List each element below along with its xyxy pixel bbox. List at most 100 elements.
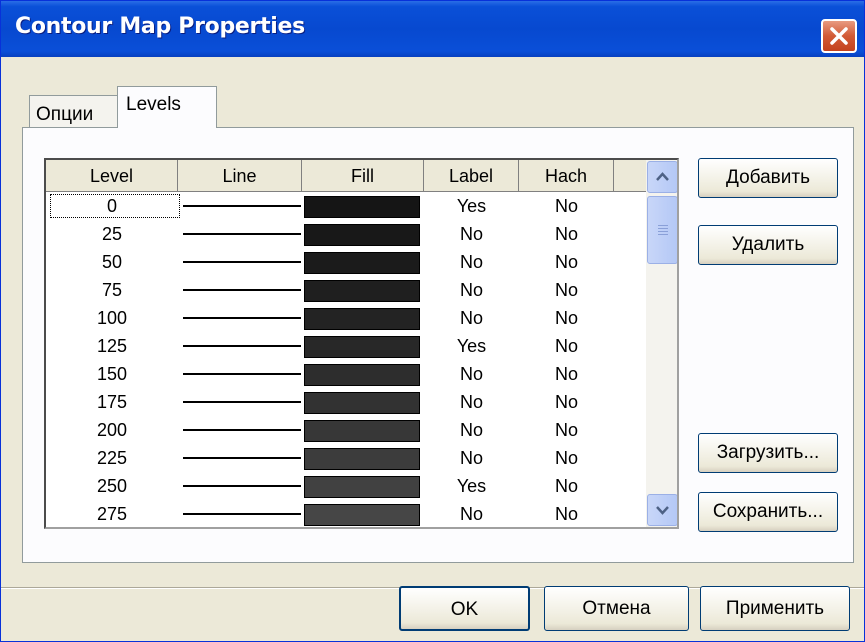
line-sample [183, 457, 301, 459]
fill-swatch [304, 420, 420, 442]
line-sample [183, 429, 301, 431]
line-sample [183, 345, 301, 347]
table-row[interactable]: 175 No No [46, 388, 646, 416]
label-cell: Yes [456, 196, 487, 216]
fill-swatch [304, 308, 420, 330]
hach-cell: No [554, 252, 578, 272]
column-header-level[interactable]: Level [46, 160, 178, 192]
save-button[interactable]: Сохранить... [698, 492, 838, 532]
hach-cell: No [554, 504, 578, 524]
line-sample [183, 401, 301, 403]
scroll-grip-line [658, 228, 668, 229]
label-cell: No [459, 504, 483, 524]
fill-swatch [304, 448, 420, 470]
level-cell: 100 [96, 308, 128, 328]
level-cell: 25 [101, 224, 123, 244]
fill-swatch [304, 280, 420, 302]
scroll-down-button[interactable] [647, 494, 677, 526]
fill-swatch [304, 392, 420, 414]
scroll-thumb[interactable] [647, 196, 677, 264]
label-cell: No [459, 252, 483, 272]
tab-options[interactable]: Опции [29, 95, 119, 127]
label-cell: No [459, 420, 483, 440]
add-button[interactable]: Добавить [698, 158, 838, 198]
level-cell: 0 [106, 196, 117, 216]
window-title: Contour Map Properties [15, 14, 305, 39]
column-header-fill[interactable]: Fill [302, 160, 424, 192]
fill-swatch [304, 504, 420, 526]
line-sample [183, 261, 301, 263]
level-cell: 225 [96, 448, 128, 468]
hach-cell: No [554, 280, 578, 300]
scroll-grip-icon [658, 225, 668, 226]
fill-swatch [304, 336, 420, 358]
ok-button[interactable]: OK [399, 586, 530, 631]
hach-cell: No [554, 224, 578, 244]
fill-swatch [304, 476, 420, 498]
column-header-label[interactable]: Label [424, 160, 519, 192]
table-row[interactable]: 100 No No [46, 304, 646, 332]
line-sample [183, 513, 301, 515]
level-cell: 125 [96, 336, 128, 356]
scroll-up-button[interactable] [647, 161, 677, 193]
table-row[interactable]: 75 No No [46, 276, 646, 304]
level-cell: 75 [101, 280, 123, 300]
label-cell: No [459, 392, 483, 412]
delete-button[interactable]: Удалить [698, 225, 838, 265]
line-sample [183, 317, 301, 319]
fill-swatch [304, 364, 420, 386]
hach-cell: No [554, 420, 578, 440]
scroll-grip-line [658, 231, 668, 232]
hach-cell: No [554, 196, 578, 216]
fill-swatch [304, 224, 420, 246]
hach-cell: No [554, 448, 578, 468]
line-sample [183, 233, 301, 235]
label-cell: Yes [456, 476, 487, 496]
vertical-scrollbar[interactable] [646, 160, 677, 527]
level-cell: 275 [96, 504, 128, 524]
line-sample [183, 289, 301, 291]
cancel-button[interactable]: Отмена [544, 586, 689, 631]
line-sample [183, 205, 301, 207]
table-row[interactable]: 125 Yes No [46, 332, 646, 360]
apply-button[interactable]: Применить [700, 586, 850, 631]
close-button[interactable] [821, 19, 857, 53]
levels-list[interactable]: Level Line Fill Label Hach 0 Yes No 25 No No 5… [44, 158, 679, 529]
hach-cell: No [554, 308, 578, 328]
label-cell: No [459, 280, 483, 300]
line-sample [183, 485, 301, 487]
dialog-window: Contour Map Properties Опции Levels Leve… [0, 0, 865, 642]
line-sample [183, 373, 301, 375]
hach-cell: No [554, 336, 578, 356]
table-row[interactable]: 50 No No [46, 248, 646, 276]
level-cell: 250 [96, 476, 128, 496]
fill-swatch [304, 196, 420, 218]
column-header-empty [614, 160, 646, 192]
level-cell: 150 [96, 364, 128, 384]
scroll-grip-line [658, 234, 668, 235]
level-cell: 175 [96, 392, 128, 412]
table-row[interactable]: 0 Yes No [46, 192, 646, 220]
table-row[interactable]: 225 No No [46, 444, 646, 472]
table-row[interactable]: 250 Yes No [46, 472, 646, 500]
table-row[interactable]: 275 No No [46, 500, 646, 527]
level-cell: 50 [101, 252, 123, 272]
table-row[interactable]: 25 No No [46, 220, 646, 248]
level-cell: 200 [96, 420, 128, 440]
title-bar[interactable]: Contour Map Properties [1, 1, 864, 57]
label-cell: Yes [456, 336, 487, 356]
chevron-down-icon [656, 506, 669, 515]
column-header-hach[interactable]: Hach [519, 160, 614, 192]
close-icon [830, 27, 848, 45]
fill-swatch [304, 252, 420, 274]
label-cell: No [459, 308, 483, 328]
column-header-line[interactable]: Line [178, 160, 302, 192]
label-cell: No [459, 364, 483, 384]
hach-cell: No [554, 476, 578, 496]
load-button[interactable]: Загрузить... [698, 433, 838, 473]
chevron-up-icon [656, 172, 669, 181]
table-row[interactable]: 200 No No [46, 416, 646, 444]
table-row[interactable]: 150 No No [46, 360, 646, 388]
tab-levels[interactable]: Levels [117, 86, 217, 128]
label-cell: No [459, 448, 483, 468]
